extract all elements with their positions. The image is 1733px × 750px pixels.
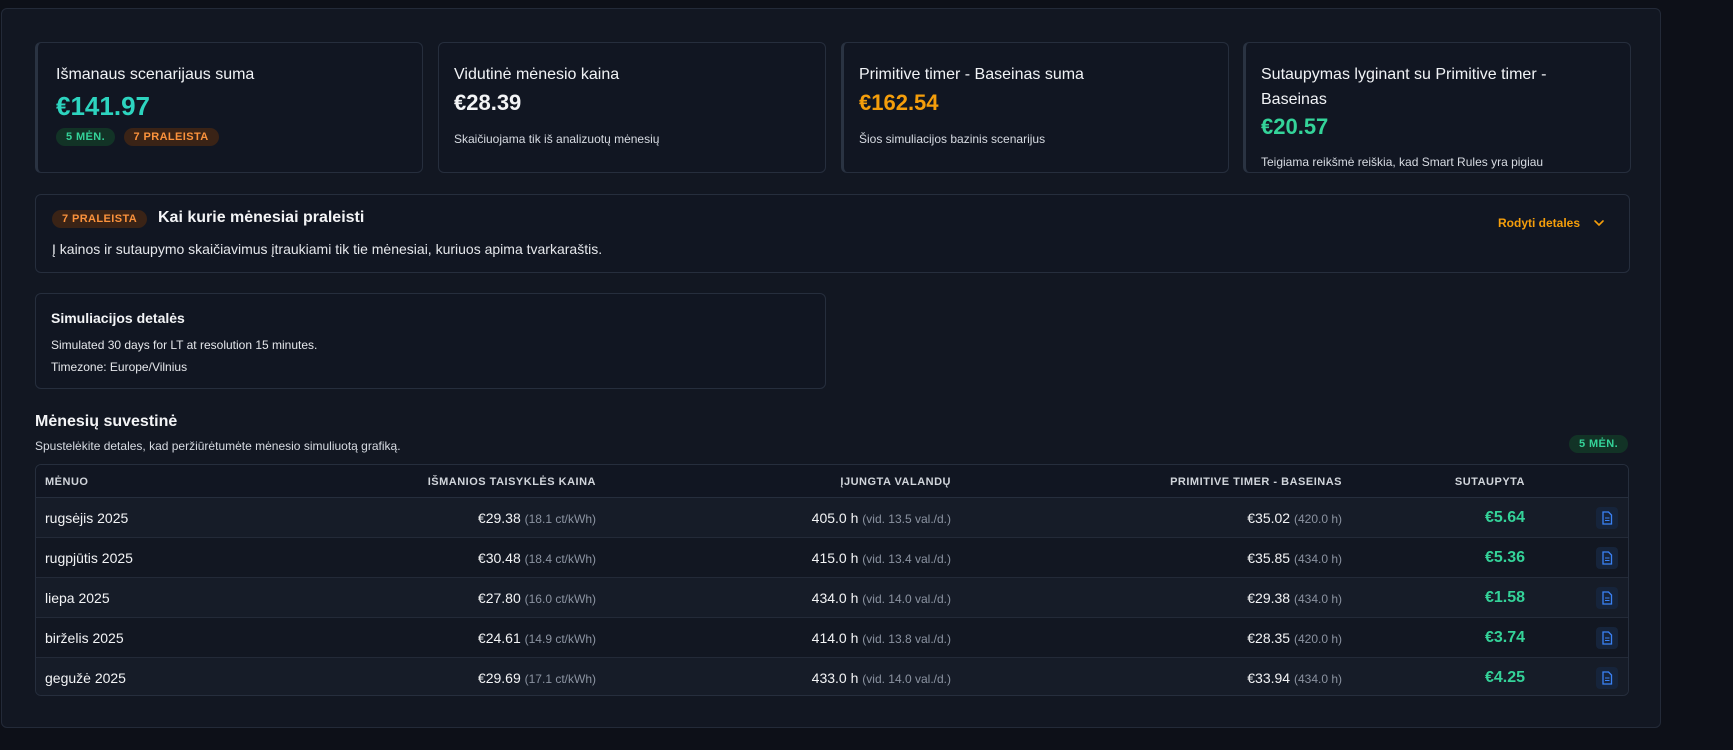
summary-months-badge: 5 MĖN.: [1569, 435, 1629, 453]
card-value: €141.97: [56, 91, 150, 121]
show-details-toggle[interactable]: Rodyti detales: [1498, 216, 1606, 230]
card-title: Vidutinė mėnesio kaina: [454, 66, 620, 83]
summary-subtitle: Spustelėkite detales, kad peržiūrėtumėte…: [35, 439, 401, 453]
simulation-details-card: Simuliacijos detalės Simulated 30 days f…: [35, 293, 826, 389]
smart-scenario-total-card: Išmanaus scenarijaus suma €141.97 5 MĖN.…: [35, 42, 423, 173]
month-cell: gegužė 2025: [45, 670, 126, 686]
price-cell: €27.80 (16.0 ct/kWh): [477, 590, 596, 606]
average-month-price-card: Vidutinė mėnesio kaina €28.39 Skaičiuoja…: [438, 42, 826, 173]
document-icon: [1602, 591, 1613, 605]
document-icon: [1602, 631, 1613, 645]
card-note: Teigiama reikšmė reiškia, kad Smart Rule…: [1261, 155, 1544, 169]
month-details-button[interactable]: [1596, 587, 1618, 609]
price-cell: €29.38 (18.1 ct/kWh): [477, 510, 596, 526]
hours-cell: 414.0 h (vid. 13.8 val./d.): [811, 630, 951, 646]
hours-cell: 415.0 h (vid. 13.4 val./d.): [811, 550, 951, 566]
col-smart-price: IŠMANIOS TAISYKLĖS KAINA: [427, 476, 596, 488]
sim-line-2: Timezone: Europe/Vilnius: [51, 360, 188, 374]
saved-cell: €3.74: [1484, 629, 1525, 646]
card-value: €28.39: [454, 90, 522, 115]
table-header: MĖNUO IŠMANIOS TAISYKLĖS KAINA ĮJUNGTA V…: [36, 465, 1628, 498]
hours-cell: 405.0 h (vid. 13.5 val./d.): [811, 510, 951, 526]
document-icon: [1602, 551, 1613, 565]
table-row: rugpjūtis 2025 €30.48 (18.4 ct/kWh) 415.…: [36, 538, 1628, 578]
document-icon: [1602, 671, 1613, 685]
table-row: birželis 2025 €24.61 (14.9 ct/kWh) 414.0…: [36, 618, 1628, 658]
saved-cell: €5.64: [1484, 509, 1525, 526]
saved-cell: €5.36: [1484, 549, 1525, 566]
month-details-button[interactable]: [1596, 547, 1618, 569]
price-cell: €24.61 (14.9 ct/kWh): [477, 630, 596, 646]
results-panel: Išmanaus scenarijaus suma €141.97 5 MĖN.…: [1, 8, 1661, 728]
month-cell: birželis 2025: [45, 630, 124, 646]
toggle-label: Rodyti detales: [1498, 216, 1581, 230]
col-baseline: PRIMITIVE TIMER - BASEINAS: [1170, 476, 1342, 488]
month-cell: rugsėjis 2025: [45, 510, 129, 526]
card-note: Šios simuliacijos bazinis scenarijus: [859, 132, 1046, 146]
col-hours-on: ĮJUNGTA VALANDŲ: [840, 476, 951, 488]
card-title: Išmanaus scenarijaus suma: [56, 66, 255, 83]
month-details-button[interactable]: [1596, 627, 1618, 649]
card-value: €20.57: [1261, 114, 1329, 139]
card-title: Primitive timer - Baseinas suma: [859, 66, 1084, 83]
sim-line-1: Simulated 30 days for LT at resolution 1…: [51, 338, 318, 352]
saved-cell: €1.58: [1484, 589, 1525, 606]
chevron-down-icon: [1592, 216, 1606, 230]
months-badge: 5 MĖN.: [56, 128, 116, 146]
baseline-total-card: Primitive timer - Baseinas suma €162.54 …: [841, 42, 1229, 173]
saved-cell: €4.25: [1484, 669, 1525, 686]
table-row: liepa 2025 €27.80 (16.0 ct/kWh) 434.0 h …: [36, 578, 1628, 618]
sim-title: Simuliacijos detalės: [51, 310, 185, 326]
baseline-cell: €28.35 (420.0 h): [1247, 630, 1342, 646]
card-value: €162.54: [859, 90, 939, 115]
card-title-line-1: Sutaupymas lyginant su Primitive timer -: [1261, 66, 1547, 83]
baseline-cell: €33.94 (434.0 h): [1247, 670, 1342, 686]
notice-text: Į kainos ir sutaupymo skaičiavimus įtrau…: [52, 241, 603, 257]
month-details-button[interactable]: [1596, 667, 1618, 689]
document-icon: [1602, 511, 1613, 525]
baseline-cell: €29.38 (434.0 h): [1247, 590, 1342, 606]
skipped-months-notice: 7 PRALEISTA Kai kurie mėnesiai praleisti…: [35, 194, 1630, 273]
notice-title: Kai kurie mėnesiai praleisti: [158, 209, 365, 226]
table-row: gegužė 2025 €29.69 (17.1 ct/kWh) 433.0 h…: [36, 658, 1628, 695]
baseline-cell: €35.02 (420.0 h): [1247, 510, 1342, 526]
hours-cell: 433.0 h (vid. 14.0 val./d.): [811, 670, 951, 686]
price-cell: €29.69 (17.1 ct/kWh): [477, 670, 596, 686]
card-note: Skaičiuojama tik iš analizuotų mėnesių: [454, 132, 660, 146]
monthly-summary-table: MĖNUO IŠMANIOS TAISYKLĖS KAINA ĮJUNGTA V…: [35, 464, 1629, 696]
month-details-button[interactable]: [1596, 507, 1618, 529]
baseline-cell: €35.85 (434.0 h): [1247, 550, 1342, 566]
col-saved: SUTAUPYTA: [1454, 476, 1525, 488]
card-title-line-2: Baseinas: [1261, 91, 1327, 108]
col-month: MĖNUO: [45, 476, 89, 488]
skipped-badge: 7 PRALEISTA: [123, 128, 219, 146]
savings-card: Sutaupymas lyginant su Primitive timer -…: [1243, 42, 1631, 173]
skipped-badge: 7 PRALEISTA: [52, 210, 148, 228]
summary-title: Mėnesių suvestinė: [35, 413, 178, 430]
hours-cell: 434.0 h (vid. 14.0 val./d.): [811, 590, 951, 606]
month-cell: liepa 2025: [45, 590, 110, 606]
month-cell: rugpjūtis 2025: [45, 550, 133, 566]
table-row: rugsėjis 2025 €29.38 (18.1 ct/kWh) 405.0…: [36, 498, 1628, 538]
price-cell: €30.48 (18.4 ct/kWh): [477, 550, 596, 566]
